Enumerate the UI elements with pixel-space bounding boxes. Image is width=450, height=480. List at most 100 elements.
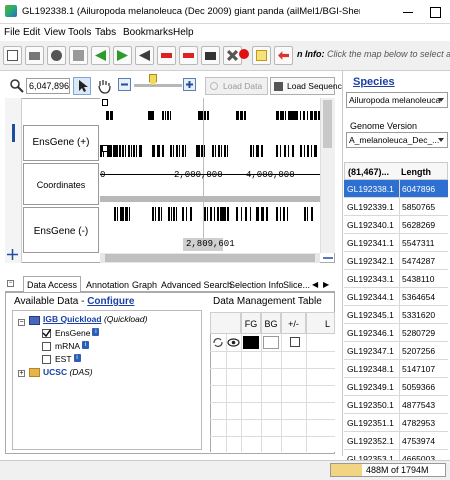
visibility-eye-icon[interactable] [227,337,240,348]
gene-feature-mark[interactable] [266,207,268,221]
tab-scroll-right-icon[interactable]: ▶ [323,280,329,289]
sequence-row[interactable]: GL192344.1 5364654 [344,288,448,306]
gene-feature-mark[interactable] [114,207,116,221]
track-handle[interactable] [12,124,15,142]
gene-feature-mark[interactable] [176,207,177,221]
gene-feature-mark[interactable] [304,145,305,157]
gene-feature-mark[interactable] [307,207,308,221]
gene-feature-mark[interactable] [221,145,222,157]
tab-collapse-icon[interactable]: − [7,280,14,287]
gene-feature-mark[interactable] [250,145,252,157]
gene-feature-mark[interactable] [120,207,122,221]
gene-feature-mark[interactable] [167,111,169,120]
sequence-row[interactable]: GL192352.1 4753974 [344,432,448,450]
gene-feature-mark[interactable] [186,207,187,221]
genome-version-select[interactable]: A_melanoleuca_Dec_... [346,132,448,148]
tree-ensgene[interactable]: EnsGene i [55,328,100,338]
gene-feature-mark[interactable] [123,207,124,221]
menu-help[interactable]: Help [173,27,194,38]
gene-feature-mark[interactable] [112,111,113,120]
gene-feature-mark[interactable] [280,207,281,221]
tree-ucsc[interactable]: UCSC (DAS) [43,367,93,377]
gene-feature-mark[interactable] [253,145,254,157]
species-link[interactable]: Species [353,76,395,88]
gene-feature-mark[interactable] [261,145,263,157]
configure-link[interactable]: Configure [87,296,134,307]
gene-feature-mark[interactable] [199,145,200,157]
gene-feature-mark[interactable] [300,111,301,120]
sequence-row[interactable]: GL192343.1 5438110 [344,270,448,288]
gene-feature-mark[interactable] [250,207,251,221]
gene-feature-mark[interactable] [300,145,302,157]
sequence-row[interactable]: GL192342.1 5474287 [344,252,448,270]
info-icon[interactable]: i [73,354,81,362]
gene-feature-mark[interactable] [152,207,154,221]
gene-feature-mark[interactable] [119,145,120,157]
tab-scroll-left-icon[interactable]: ◀ [312,280,318,289]
gene-feature-mark[interactable] [292,145,294,157]
gene-feature-mark[interactable] [236,207,238,221]
pan-hand-icon[interactable] [95,77,113,95]
sequence-row[interactable]: GL192350.1 4877543 [344,396,448,414]
gene-feature-mark[interactable] [117,207,118,221]
gene-feature-mark[interactable] [182,145,184,157]
gene-feature-mark[interactable] [158,207,160,221]
gene-feature-mark[interactable] [285,111,286,120]
sequence-row[interactable]: GL192347.1 5207256 [344,342,448,360]
gene-feature-mark[interactable] [210,207,212,221]
gene-feature-mark[interactable] [205,111,206,120]
sequence-row[interactable]: GL192346.1 5280729 [344,324,448,342]
gene-feature-mark[interactable] [258,145,259,157]
swap-icon[interactable] [274,46,293,65]
tab-annotation[interactable]: Annotation [82,276,133,292]
gene-feature-mark[interactable] [290,111,292,120]
gene-feature-mark[interactable] [122,145,124,157]
gene-feature-mark[interactable] [245,207,247,221]
gene-feature-mark[interactable] [207,111,209,120]
open-file-icon[interactable] [3,46,22,65]
gene-feature-mark[interactable] [128,145,130,157]
gene-feature-mark[interactable] [185,145,186,157]
gene-feature-mark[interactable] [241,207,242,221]
gene-feature-mark[interactable] [108,145,110,157]
sequence-row[interactable]: GL192338.1 6047896 [344,180,448,198]
sequence-row[interactable]: GL192345.1 5331620 [344,306,448,324]
gene-feature-mark[interactable] [282,111,284,120]
sequence-row[interactable]: GL192349.1 5059366 [344,378,448,396]
gene-feature-mark[interactable] [215,145,216,157]
gene-feature-mark[interactable] [116,145,118,157]
gene-feature-mark[interactable] [129,207,130,221]
gene-feature-mark[interactable] [316,111,317,120]
expand-icon[interactable] [179,46,198,65]
gene-feature-mark[interactable] [258,207,259,221]
gene-feature-mark[interactable] [263,207,264,221]
gene-feature-mark[interactable] [304,207,306,221]
select-arrow-icon[interactable] [73,77,91,95]
info-icon[interactable]: i [92,328,100,336]
refresh-track-icon[interactable] [212,337,224,348]
menu-tabs[interactable]: Tabs [95,27,116,38]
bg-color-swatch[interactable] [263,336,279,349]
tab-slice[interactable]: Slice... [279,276,314,292]
gene-feature-mark[interactable] [170,111,171,120]
print-icon[interactable] [25,46,44,65]
back-icon[interactable] [135,46,154,65]
gene-feature-mark[interactable] [141,145,142,157]
menu-edit[interactable]: Edit [23,27,40,38]
menu-tools[interactable]: Tools [68,27,91,38]
gene-feature-mark[interactable] [170,145,172,157]
maximize-button[interactable] [425,3,445,21]
dm-col-l[interactable]: L [306,312,335,334]
gene-feature-mark[interactable] [312,111,313,120]
est-checkbox[interactable] [42,355,51,364]
gene-feature-mark[interactable] [168,207,170,221]
gene-feature-mark[interactable] [238,111,239,120]
expand-tracks-icon[interactable] [7,249,18,260]
gene-feature-mark[interactable] [214,207,215,221]
gene-feature-mark[interactable] [126,207,128,221]
gene-feature-mark[interactable] [224,145,226,157]
gene-feature-mark[interactable] [227,145,228,157]
stop-icon[interactable] [238,46,250,65]
menu-file[interactable]: File [4,27,20,38]
go-right-icon[interactable] [113,46,132,65]
